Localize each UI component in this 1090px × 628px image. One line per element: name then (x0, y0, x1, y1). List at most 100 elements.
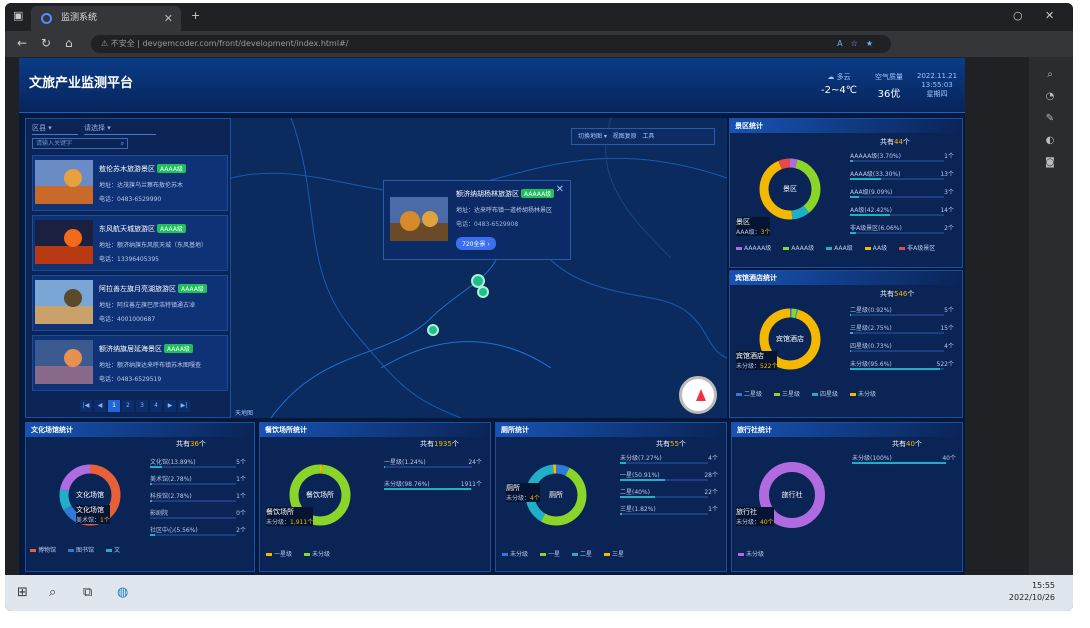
panorama-button[interactable]: 720全景 › (456, 237, 496, 250)
page-button[interactable]: ▶ (164, 400, 176, 412)
total-prefix: 共有 (892, 440, 906, 448)
tools-icon[interactable]: ✎ (1043, 113, 1057, 127)
stat-bar (850, 232, 944, 234)
outlook-icon[interactable]: ◙ (1043, 157, 1057, 171)
stat-bar-fill (850, 232, 856, 234)
scenic-card[interactable]: 东风航天城旅游区 AAAA级 地址：额济纳旗东风航天城（东风基地） 电话：133964… (32, 215, 228, 271)
search-icon[interactable]: ⌕ (1043, 69, 1057, 83)
hover-tag: 餐饮场所 未分级：1,911个 (266, 507, 314, 526)
close-window-icon[interactable]: ✕ (1045, 9, 1054, 22)
map-marker[interactable] (477, 286, 489, 298)
task-view-icon[interactable]: ⧉ (83, 585, 92, 600)
page-button[interactable]: 3 (136, 400, 148, 412)
stat-bar-fill (384, 488, 471, 490)
reload-icon[interactable]: ↻ (41, 36, 51, 50)
close-popup-icon[interactable]: ✕ (556, 184, 564, 195)
browser-tab[interactable]: 监测系统 ✕ (31, 6, 181, 31)
legend-swatch (540, 553, 547, 556)
reset-view-button[interactable]: 视图复原 (613, 133, 637, 140)
favorite-star-icon[interactable]: A☆★ (837, 35, 881, 53)
legend-item[interactable]: 三星 (604, 551, 630, 558)
legend-item[interactable]: 图书馆 (68, 547, 100, 554)
region-select[interactable]: 区县 ▾ (32, 123, 78, 135)
page-button[interactable]: ◀ (94, 400, 106, 412)
legend-item[interactable]: 未分级 (850, 391, 882, 398)
compass-control[interactable] (679, 376, 717, 414)
stat-bar-fill (850, 314, 851, 316)
legend-item[interactable]: 一星 (540, 551, 566, 558)
hover-tag-value: 40个 (760, 519, 774, 526)
page-button[interactable]: 4 (150, 400, 162, 412)
stat-bar (850, 214, 944, 216)
stat-label: 四星级(0.73%) (850, 343, 892, 350)
hover-tag-value: 4个 (530, 495, 540, 502)
toilet-stats-panel: 厕所统计 共有55个 厕所 未分级(7.27%) 4个 一星(50.91%) 28个 二星(4… (495, 422, 727, 572)
chart-legend: 未分级 (738, 549, 776, 558)
search-icon[interactable]: ⌕ (121, 139, 124, 149)
scenic-card[interactable]: 敖伦苏木旅游景区 AAAA级 地址：达茂旗乌兰察布敖伦苏木 电话：0483-65299… (32, 155, 228, 211)
scenic-card[interactable]: 阿拉善左旗月亮湖旅游区 AAAA级 地址：阿拉善左旗巴彦浩特镇通古淖 电话：40010… (32, 275, 228, 331)
legend-item[interactable]: 一星级 (266, 551, 298, 558)
map-area[interactable]: 切换地图 ▾ 视图复原 工具 额济纳胡杨林旅游区 AAAAA级 地址：达来呼布镇一… (231, 118, 727, 418)
dashboard-header: 文旅产业监测平台 ☁ 多云 -2~4℃ 空气质量 36优 2022.11.21 13:… (19, 58, 965, 113)
hover-tag: 厕所 未分级：4个 (506, 483, 540, 502)
start-icon[interactable]: ⊞ (17, 585, 28, 600)
stat-row: 三星级(2.75%) 15个 (850, 323, 954, 332)
page-button[interactable]: ▶| (178, 400, 190, 412)
system-clock[interactable]: 15:55 2022/10/26 (1009, 580, 1055, 604)
minimize-icon[interactable]: ○ (1013, 9, 1023, 22)
tools-button[interactable]: 工具 (642, 133, 654, 140)
scenic-name: 额济纳旗居延海景区 AAAA级 (99, 344, 193, 354)
stat-bar (620, 462, 708, 464)
search-input[interactable]: 请输入关键字 ⌕ (32, 138, 128, 149)
home-icon[interactable]: ⌂ (65, 36, 73, 50)
legend-item[interactable]: AAAA级 (783, 245, 820, 252)
scenic-photo (35, 220, 93, 264)
legend-item[interactable]: 三星级 (774, 391, 806, 398)
url-field[interactable]: ⚠ 不安全 | devgemcoder.com/front/developmen… (91, 35, 891, 53)
map-marker[interactable] (427, 324, 439, 336)
stat-row: AA级(42.42%) 14个 (850, 205, 954, 214)
legend-item[interactable]: 博物馆 (30, 547, 62, 554)
legend-item[interactable]: 未分级 (738, 551, 770, 558)
legend-label: 未分级 (858, 391, 877, 398)
shopping-icon[interactable]: ◔ (1043, 91, 1057, 105)
legend-item[interactable]: AAAAA级 (736, 245, 777, 252)
legend-swatch (68, 549, 75, 552)
legend-item[interactable]: AAA级 (826, 245, 859, 252)
legend-item[interactable]: 未分级 (304, 551, 336, 558)
legend-item[interactable]: 未分级 (502, 551, 534, 558)
legend-item[interactable]: 非A级景区 (899, 245, 941, 252)
page-button[interactable]: 2 (122, 400, 134, 412)
page-button[interactable]: |◀ (80, 400, 92, 412)
compass-needle-icon (696, 389, 706, 401)
legend-label: 二星 (580, 551, 593, 558)
total-prefix: 共有 (176, 440, 190, 448)
layer-switch[interactable]: 切换地图 (578, 133, 602, 140)
legend-item[interactable]: AA级 (864, 245, 893, 252)
stat-label: 社区中心(5.56%) (150, 527, 198, 534)
edge-icon[interactable]: ◍ (117, 585, 128, 600)
legend-item[interactable]: 二星级 (736, 391, 768, 398)
back-icon[interactable]: ← (17, 36, 27, 50)
page-button[interactable]: 1 (108, 400, 120, 412)
legend-swatch (266, 553, 272, 556)
scenic-name: 东风航天城旅游区 AAAA级 (99, 224, 186, 234)
hover-tag-name: 餐饮场所 (266, 508, 294, 516)
scenic-card[interactable]: 额济纳旗居延海景区 AAAA级 地址：额济纳旗达来呼布镇苏木图嘎查 电话：0483-6… (32, 335, 228, 391)
office-icon[interactable]: ◐ (1043, 135, 1057, 149)
map-background (231, 118, 727, 418)
stat-value: 1个 (236, 476, 246, 483)
stat-value: 5个 (236, 459, 246, 466)
new-tab-icon[interactable]: + (191, 9, 200, 22)
total-count: 共有44个 (880, 137, 910, 147)
window-menu-icon[interactable]: ▣ (13, 9, 23, 22)
close-tab-icon[interactable]: ✕ (164, 6, 173, 31)
legend-item[interactable]: 四星级 (812, 391, 844, 398)
legend-item[interactable]: 二星 (572, 551, 598, 558)
type-select[interactable]: 请选择 ▾ (84, 123, 156, 135)
legend-item[interactable]: 文 (106, 547, 126, 554)
level-badge: AAAA级 (178, 284, 207, 293)
total-count: 共有40个 (892, 439, 922, 449)
search-icon[interactable]: ⌕ (49, 585, 56, 600)
